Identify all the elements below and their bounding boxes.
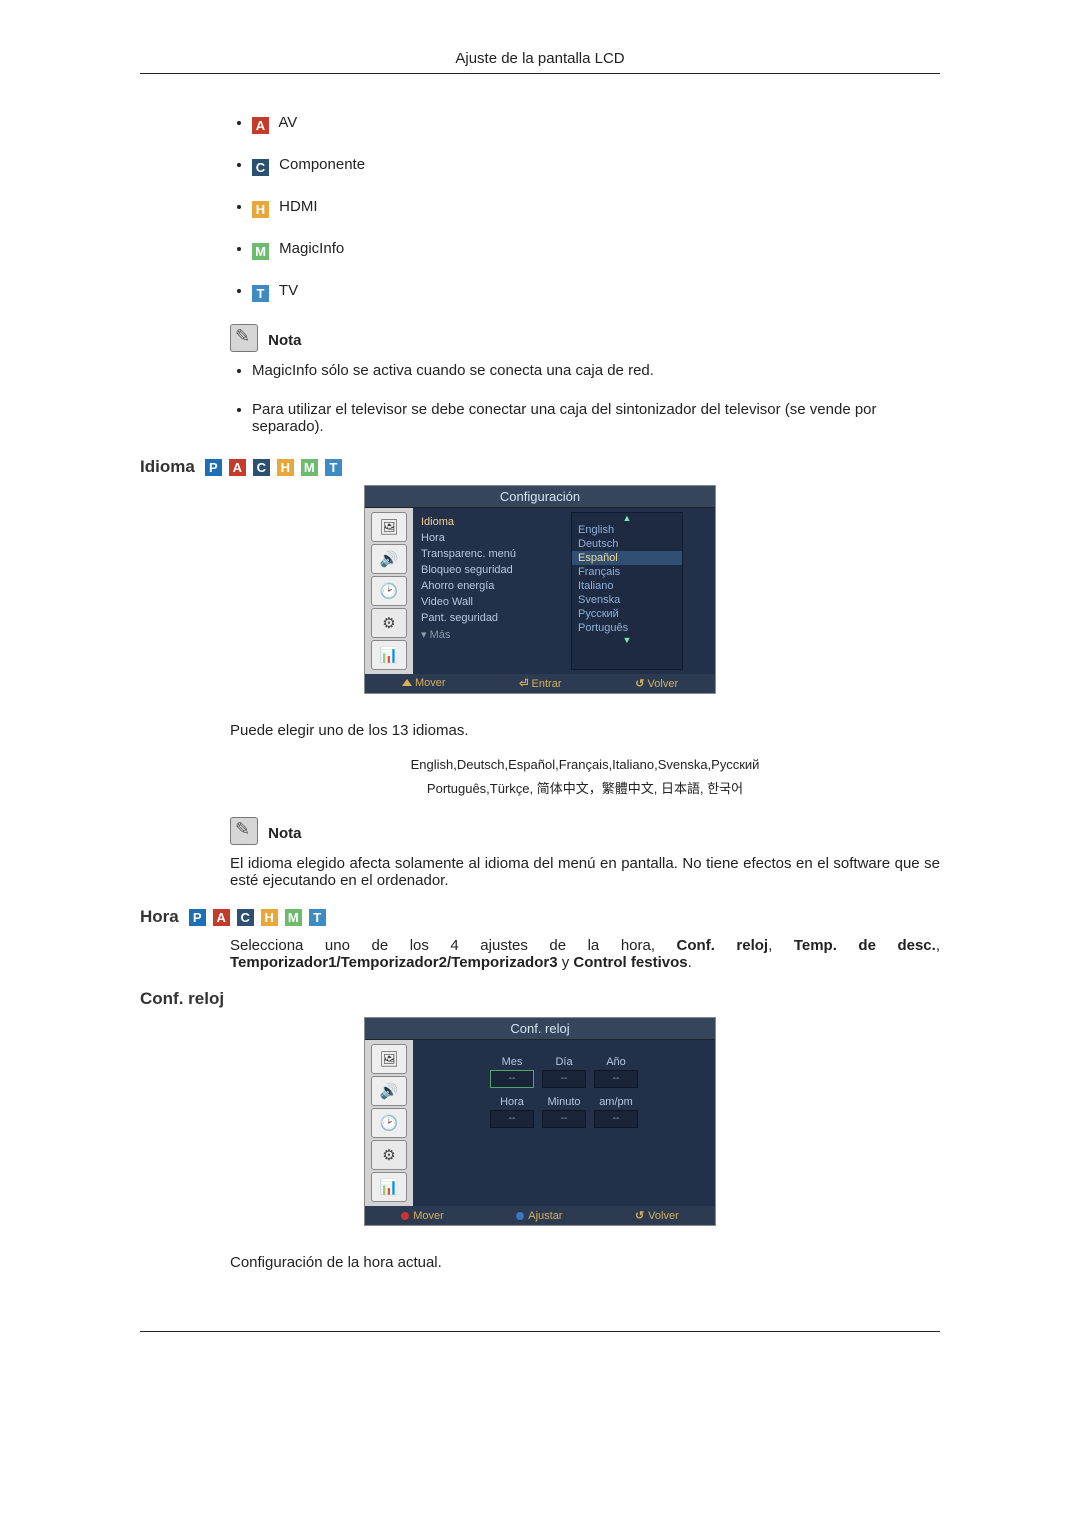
field-label: Minuto [547, 1096, 580, 1108]
source-item-tv: T TV [252, 282, 940, 302]
date-row: Mes -- Día -- Año -- [490, 1056, 638, 1088]
mover-icon [402, 679, 412, 686]
osd-menu-item: Idioma [421, 514, 571, 530]
osd-sidebar-icon: 🕑 [371, 576, 407, 606]
source-label: MagicInfo [279, 240, 344, 257]
conf-caption: Configuración de la hora actual. [230, 1254, 940, 1271]
osd-menu-item: Bloqueo seguridad [421, 562, 571, 578]
volver-icon: ↺ [635, 1209, 644, 1222]
badge-t-icon: T [252, 285, 269, 302]
osd-sidebar-icon: 🔊 [371, 1076, 407, 1106]
osd-lang-option: Français [572, 565, 682, 579]
osd-sidebar: 🖼 🔊 🕑 ⚙ 📊 [365, 1040, 413, 1206]
osd-lang-option: Português [572, 621, 682, 635]
page-header: Ajuste de la pantalla LCD [140, 50, 940, 74]
field-label: am/pm [599, 1096, 633, 1108]
source-item-componente: C Componente [252, 156, 940, 176]
source-label: HDMI [279, 198, 317, 215]
section-title-idioma: Idioma [140, 457, 195, 477]
field-label: Día [555, 1056, 572, 1068]
field-value: -- [594, 1110, 638, 1128]
osd-lang-option: Русский [572, 607, 682, 621]
osd-screenshot-configuracion: Configuración 🖼 🔊 🕑 ⚙ 📊 Idioma Hora Tran… [364, 485, 716, 694]
enter-icon: ⏎ [519, 677, 528, 690]
osd-footer: Mover Ajustar ↺Volver [365, 1206, 715, 1225]
source-item-av: A AV [252, 114, 940, 134]
mover-icon [401, 1212, 409, 1220]
osd-screenshot-conf-reloj: Conf. reloj 🖼 🔊 🕑 ⚙ 📊 Mes -- Día -- [364, 1017, 716, 1226]
osd-sidebar-icon: 📊 [371, 640, 407, 670]
scroll-down-icon: ▼ [572, 635, 682, 645]
scroll-up-icon: ▲ [572, 513, 682, 523]
osd-menu-item: Transparenc. menú [421, 546, 571, 562]
osd-title: Configuración [365, 486, 715, 508]
osd-menu-item: Video Wall [421, 594, 571, 610]
osd-sidebar-icon: 🖼 [371, 1044, 407, 1074]
note-icon [230, 324, 258, 352]
osd-sidebar-icon: 🕑 [371, 1108, 407, 1138]
field-value: -- [594, 1070, 638, 1088]
osd-sidebar-icon: 📊 [371, 1172, 407, 1202]
source-list: A AV C Componente H HDMI M MagicInfo T T… [230, 114, 940, 302]
idioma-body: Puede elegir uno de los 13 idiomas. [230, 722, 940, 739]
field-value: -- [490, 1070, 534, 1088]
osd-menu-item: Pant. seguridad [421, 610, 571, 626]
osd-title: Conf. reloj [365, 1018, 715, 1040]
field-label: Hora [500, 1096, 524, 1108]
idioma-note: El idioma elegido afecta solamente al id… [230, 855, 940, 889]
note-heading: Nota [230, 817, 940, 845]
badge-c-icon: C [252, 159, 269, 176]
volver-icon: ↺ [635, 677, 644, 690]
source-label: TV [279, 282, 298, 299]
field-label: Año [606, 1056, 626, 1068]
osd-sidebar-icon: 🖼 [371, 512, 407, 542]
osd-menu-item: Hora [421, 530, 571, 546]
time-row: Hora -- Minuto -- am/pm -- [490, 1096, 638, 1128]
ajustar-icon [516, 1212, 524, 1220]
osd-lang-option-selected: Español [572, 551, 682, 565]
note-list-top: MagicInfo sólo se activa cuando se conec… [230, 362, 940, 435]
note-label: Nota [268, 825, 301, 842]
section-title-hora: Hora [140, 907, 179, 927]
badge-pachmt-icon: P A C H M T [205, 459, 348, 476]
osd-sidebar-icon: ⚙ [371, 608, 407, 638]
note-heading: Nota [230, 324, 940, 352]
osd-menu-more: ▾ Más [421, 626, 571, 643]
language-list-row: Português,Türkçe, 简体中文，繁體中文, 日本語, 한국어 [230, 778, 940, 797]
note-item: Para utilizar el televisor se debe conec… [252, 401, 940, 435]
osd-sidebar: 🖼 🔊 🕑 ⚙ 📊 [365, 508, 413, 674]
osd-menu-list: Idioma Hora Transparenc. menú Bloqueo se… [413, 508, 571, 674]
osd-sidebar-icon: ⚙ [371, 1140, 407, 1170]
source-label: Componente [279, 156, 365, 173]
osd-menu-item: Ahorro energía [421, 578, 571, 594]
osd-sidebar-icon: 🔊 [371, 544, 407, 574]
osd-lang-option: English [572, 523, 682, 537]
osd-lang-option: Svenska [572, 593, 682, 607]
page-footer-rule [140, 1331, 940, 1336]
osd-footer: Mover ⏎ Entrar ↺ Volver [365, 674, 715, 693]
source-label: AV [278, 114, 297, 131]
osd-lang-option: Italiano [572, 579, 682, 593]
osd-language-dropdown: ▲ English Deutsch Español Français Itali… [571, 512, 683, 670]
badge-a-icon: A [252, 117, 269, 134]
language-list-row: English,Deutsch,Español,Français,Italian… [230, 757, 940, 772]
osd-lang-option: Deutsch [572, 537, 682, 551]
field-value: -- [542, 1110, 586, 1128]
field-label: Mes [502, 1056, 523, 1068]
note-item: MagicInfo sólo se activa cuando se conec… [252, 362, 940, 379]
source-item-hdmi: H HDMI [252, 198, 940, 218]
note-label: Nota [268, 332, 301, 349]
source-item-magicinfo: M MagicInfo [252, 240, 940, 260]
badge-m-icon: M [252, 243, 269, 260]
badge-pachmt-icon: P A C H M T [189, 909, 332, 926]
field-value: -- [490, 1110, 534, 1128]
section-title-conf-reloj: Conf. reloj [140, 989, 224, 1008]
hora-intro: Selecciona uno de los 4 ajustes de la ho… [230, 937, 940, 971]
badge-h-icon: H [252, 201, 269, 218]
note-icon [230, 817, 258, 845]
field-value: -- [542, 1070, 586, 1088]
